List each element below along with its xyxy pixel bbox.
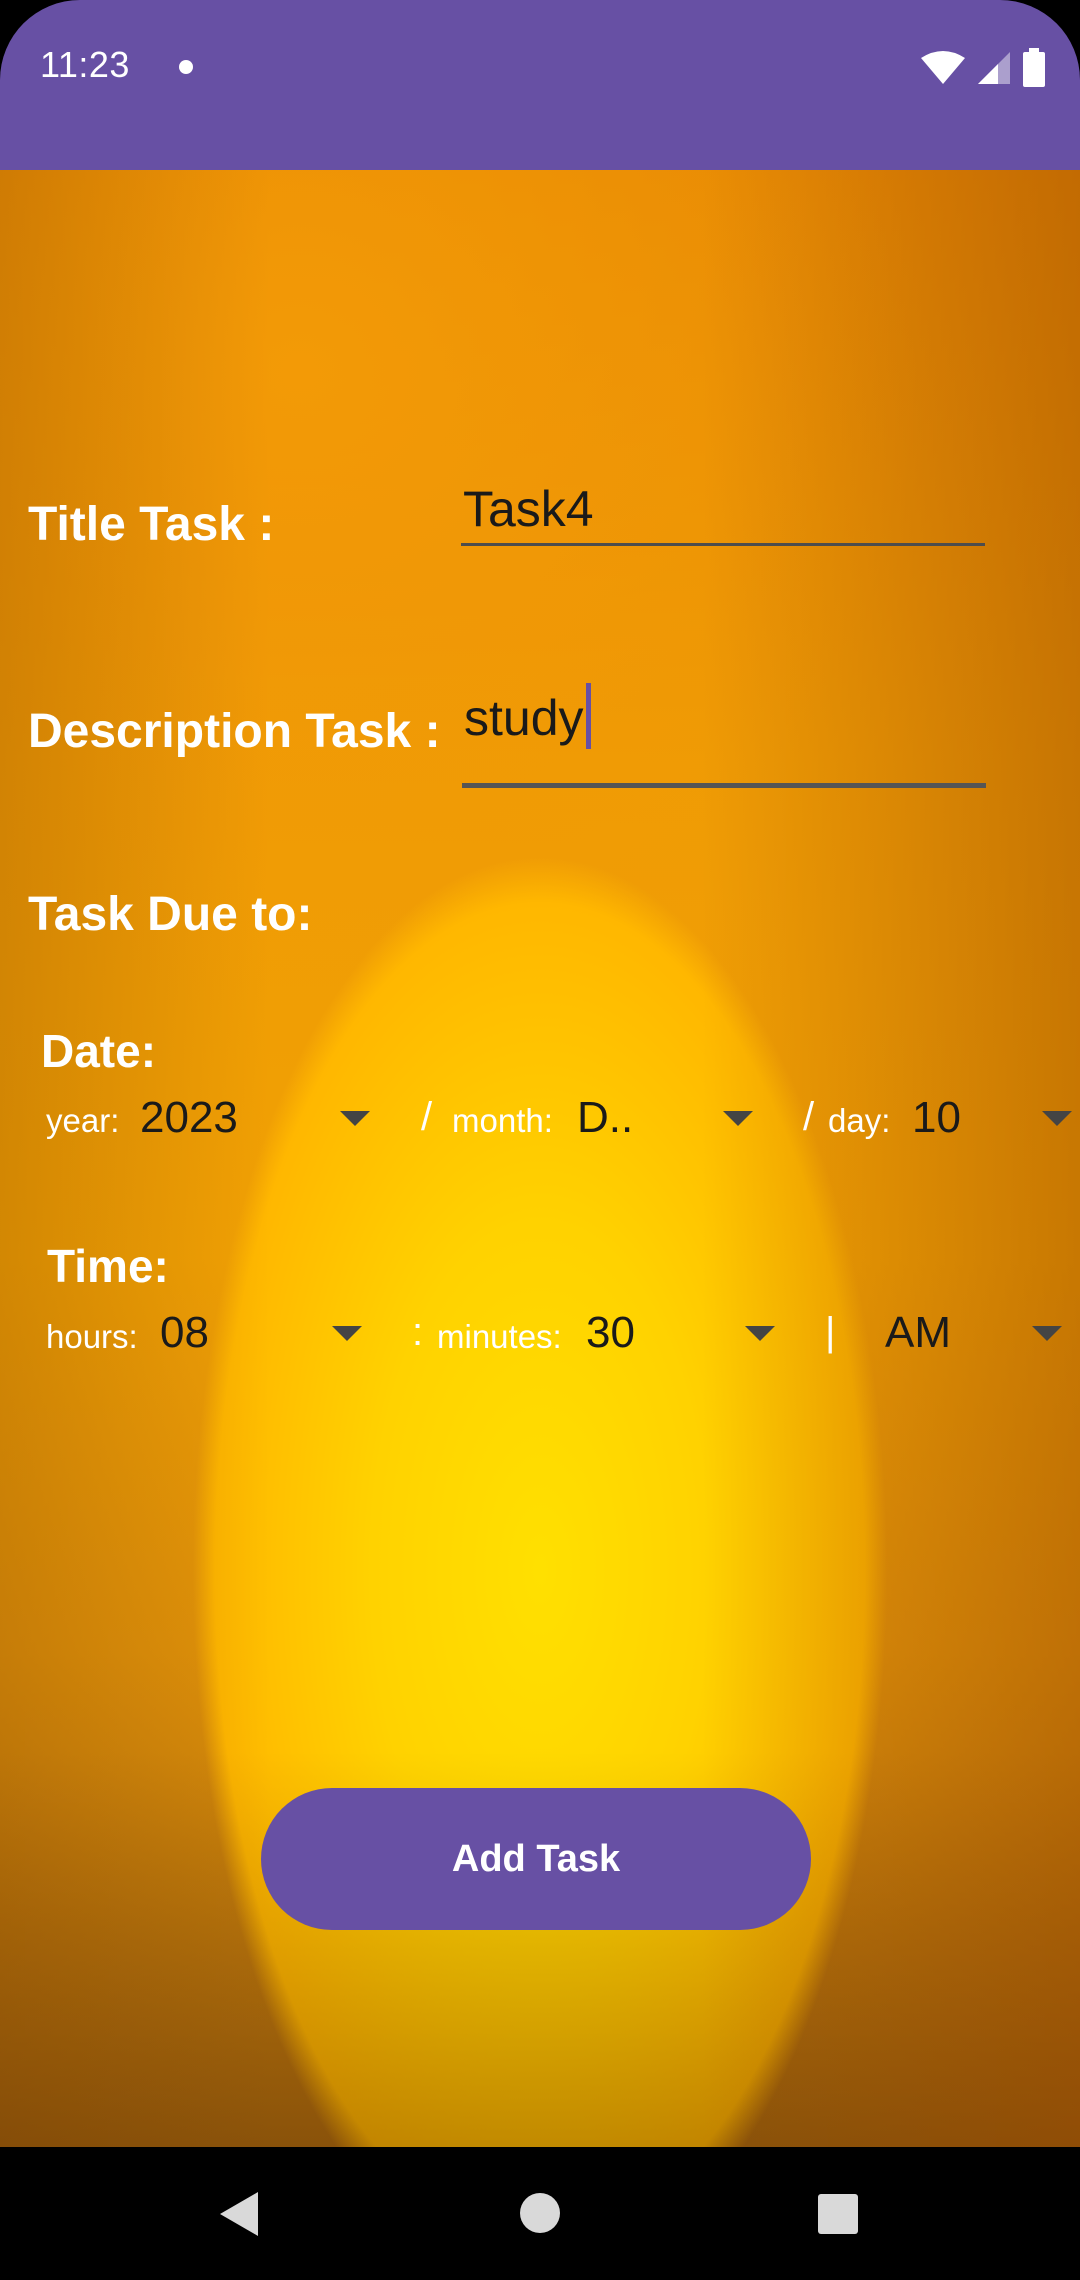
year-spinner[interactable]: 2023 [140,1088,370,1148]
month-label: month: [452,1102,553,1139]
phone-screen: 11:23 Title Task : Task4 Description Tas… [0,0,1080,2280]
day-dropdown-icon [1042,1110,1072,1126]
month-dropdown-icon [723,1110,753,1126]
title-task-label: Title Task : [28,498,275,551]
date-label: Date: [41,1025,157,1077]
hours-value: 08 [160,1308,209,1357]
date-separator-2: / [803,1095,815,1139]
minutes-dropdown-icon [745,1325,775,1341]
navigation-bar [0,2147,1080,2280]
minutes-label: minutes: [437,1318,562,1355]
hours-spinner[interactable]: 08 [160,1303,362,1363]
status-time: 11:23 [40,44,130,85]
add-task-button[interactable]: Add Task [261,1788,811,1930]
ampm-value: AM [885,1308,951,1357]
time-label: Time: [47,1240,169,1292]
back-icon[interactable] [218,2191,260,2237]
minutes-spinner[interactable]: 30 [586,1303,775,1363]
title-task-value: Task4 [463,481,594,537]
month-value: D.. [577,1093,634,1142]
task-due-label: Task Due to: [28,888,313,941]
ampm-spinner[interactable]: AM [885,1303,1062,1363]
time-separator-1: : [412,1310,424,1354]
day-value: 10 [912,1093,961,1142]
year-dropdown-icon [340,1110,370,1126]
ampm-dropdown-icon [1032,1325,1062,1341]
battery-icon [1023,48,1045,87]
description-task-input[interactable]: study [462,683,986,788]
wifi-icon [921,51,965,84]
status-bar: 11:23 [0,0,1080,170]
description-task-label: Description Task : [28,705,441,758]
minutes-value: 30 [586,1308,635,1357]
hours-label: hours: [46,1318,138,1355]
day-spinner[interactable]: 10 [912,1088,1072,1148]
month-spinner[interactable]: D.. [577,1088,753,1148]
year-value: 2023 [140,1093,238,1142]
cell-signal-icon [978,52,1010,84]
time-separator-2: | [825,1310,836,1354]
recents-icon[interactable] [817,2193,859,2235]
home-icon[interactable] [519,2192,561,2234]
day-label: day: [828,1102,891,1139]
hours-dropdown-icon [332,1325,362,1341]
text-cursor [585,683,591,749]
notification-dot-icon [179,60,193,74]
add-task-label: Add Task [451,1837,621,1880]
year-label: year: [46,1102,120,1139]
date-separator-1: / [421,1095,433,1139]
description-task-value: study [464,690,584,746]
status-icons [920,48,1046,88]
title-task-input[interactable]: Task4 [461,480,985,546]
